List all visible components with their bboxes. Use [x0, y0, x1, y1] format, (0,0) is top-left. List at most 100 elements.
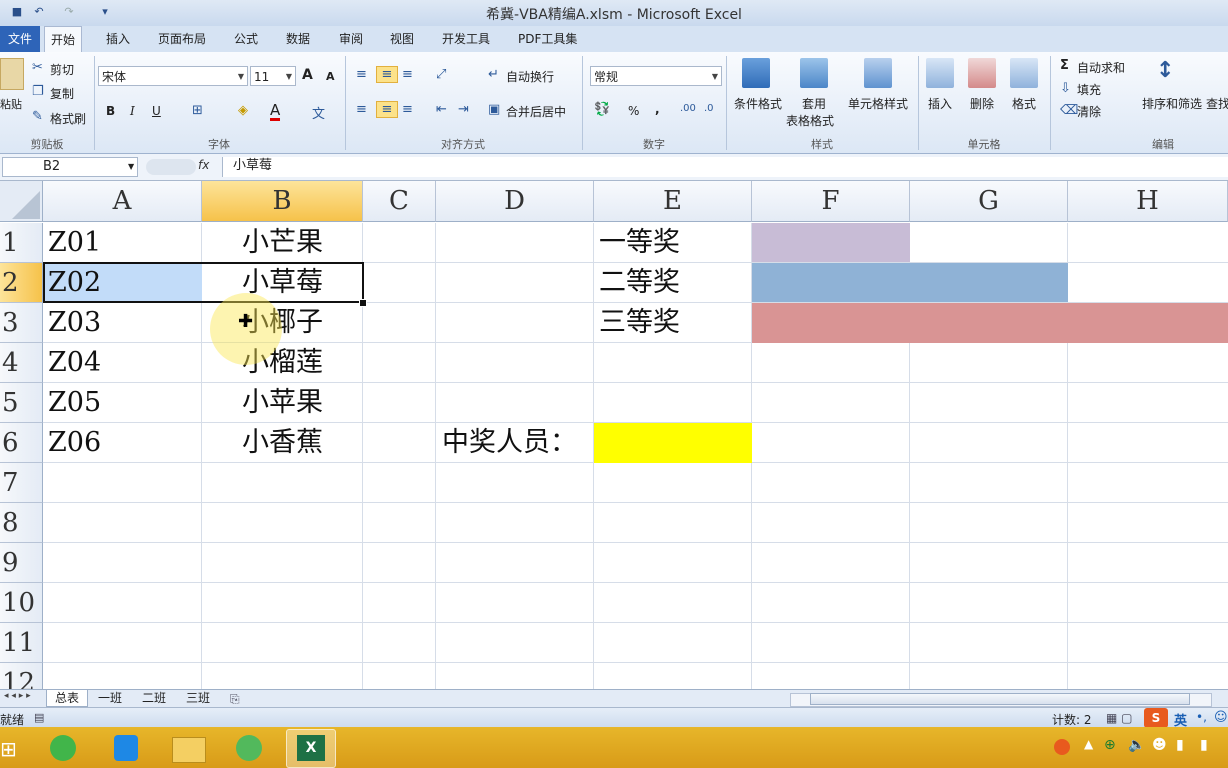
cell-a1[interactable]: Z01 [44, 223, 202, 263]
fill-icon[interactable]: ⇩ [1060, 81, 1071, 96]
cell-styles-icon[interactable] [864, 58, 892, 88]
cell-a6[interactable]: Z06 [44, 423, 202, 463]
cell-b5[interactable]: 小苹果 [202, 383, 363, 423]
orientation-icon[interactable]: ⤢ [436, 67, 446, 82]
border-icon[interactable]: ⊞ [192, 103, 203, 118]
wrap-text-button[interactable]: 自动换行 [506, 68, 554, 85]
tab-pdf-tools[interactable]: PDF工具集 [512, 26, 583, 52]
row-header[interactable]: 2 [0, 263, 43, 303]
italic-button[interactable]: I [130, 104, 135, 118]
formula-input[interactable]: 小草莓 [222, 157, 1228, 177]
bold-button[interactable]: B [106, 104, 115, 118]
sheet-tab-class-3[interactable]: 三班 [178, 690, 218, 707]
worksheet-grid[interactable]: A B C D E F G H 1 2 3 4 5 6 7 8 9 10 11 … [0, 181, 1228, 689]
name-box-dropdown-icon[interactable]: ▼ [128, 162, 134, 171]
file-explorer-icon[interactable] [164, 729, 212, 766]
fill-handle[interactable] [359, 299, 367, 307]
cell-b1[interactable]: 小芒果 [202, 223, 363, 263]
sheet-tab-total[interactable]: 总表 [46, 690, 89, 707]
sheet-nav-icon[interactable]: ◂ ◂ ▸ ▸ [4, 691, 31, 701]
percent-button[interactable]: % [628, 104, 639, 118]
insert-cells-button[interactable]: 插入 [928, 95, 952, 112]
align-middle-icon[interactable]: ≡ [376, 66, 398, 83]
tab-formulas[interactable]: 公式 [228, 26, 264, 52]
tray-volume-icon[interactable]: 🔈 [1128, 737, 1145, 753]
format-cells-icon[interactable] [1010, 58, 1038, 88]
font-name-select[interactable]: 宋体 ▼ [98, 66, 248, 86]
tab-view[interactable]: 视图 [384, 26, 420, 52]
music-app-icon[interactable] [40, 729, 88, 766]
number-format-select[interactable]: 常规 ▼ [590, 66, 722, 86]
align-top-icon[interactable]: ≡ [356, 67, 367, 82]
shrink-font-button[interactable]: A [326, 70, 335, 83]
sort-filter-button[interactable]: 排序和筛选 [1142, 95, 1202, 112]
underline-button[interactable]: U [152, 104, 161, 118]
decrease-indent-icon[interactable]: ⇤ [436, 102, 447, 117]
format-as-table-icon[interactable] [800, 58, 828, 88]
start-icon[interactable]: ⊞ [0, 737, 17, 761]
row-header[interactable]: 1 [0, 223, 43, 263]
column-header-h[interactable]: H [1068, 181, 1228, 222]
align-right-icon[interactable]: ≡ [402, 102, 413, 117]
wrap-text-icon[interactable]: ↵ [488, 67, 499, 82]
cell-a5[interactable]: Z05 [44, 383, 202, 423]
cell-a4[interactable]: Z04 [44, 343, 202, 383]
winner-cell-fill[interactable] [594, 423, 752, 463]
tab-data[interactable]: 数据 [280, 26, 316, 52]
browser-app-icon[interactable] [226, 729, 274, 766]
paste-label[interactable]: 粘贴 [0, 96, 22, 112]
font-size-select[interactable]: 11 ▼ [250, 66, 296, 86]
currency-icon[interactable]: 💱 [594, 102, 610, 117]
autosum-button[interactable]: 自动求和 [1077, 59, 1125, 76]
format-painter-button[interactable]: 格式刷 [50, 110, 86, 127]
sort-filter-icon[interactable]: ↕ [1156, 58, 1174, 83]
cell-a3[interactable]: Z03 [44, 303, 202, 343]
cut-button[interactable]: 剪切 [50, 61, 74, 78]
column-header-f[interactable]: F [752, 181, 910, 222]
find-select-button[interactable]: 查找 [1206, 95, 1228, 112]
column-header-e[interactable]: E [594, 181, 752, 222]
comma-button[interactable]: , [655, 102, 660, 116]
format-painter-icon[interactable]: ✎ [32, 109, 43, 124]
format-as-table-button[interactable]: 表格格式 [786, 112, 834, 129]
sheet-tab-class-2[interactable]: 二班 [134, 690, 174, 707]
ime-punctuation-icon[interactable]: •, [1196, 710, 1207, 724]
cell-b6[interactable]: 小香蕉 [202, 423, 363, 463]
clear-icon[interactable]: ⌫ [1060, 103, 1078, 118]
align-center-icon[interactable]: ≡ [376, 101, 398, 118]
messenger-app-icon[interactable] [102, 729, 150, 766]
sheet-tab-class-1[interactable]: 一班 [90, 690, 130, 707]
cell-e3[interactable]: 三等奖 [594, 303, 752, 343]
tab-home[interactable]: 开始 [44, 26, 83, 54]
cut-icon[interactable]: ✂ [32, 60, 43, 75]
copy-icon[interactable]: ❐ [32, 84, 44, 99]
tab-review[interactable]: 审阅 [333, 26, 369, 52]
merge-center-button[interactable]: 合并后居中 [506, 103, 566, 120]
conditional-format-icon[interactable] [742, 58, 770, 88]
format-cells-button[interactable]: 格式 [1012, 95, 1036, 112]
delete-cells-button[interactable]: 删除 [970, 95, 994, 112]
sogou-ime-icon[interactable]: S [1144, 708, 1168, 728]
row-header[interactable]: 7 [0, 463, 43, 503]
row-header[interactable]: 8 [0, 503, 43, 543]
format-as-table-label-1[interactable]: 套用 [802, 95, 826, 112]
increase-decimal-icon[interactable]: .00 [680, 103, 696, 114]
autosum-icon[interactable]: Σ [1060, 58, 1069, 73]
align-left-icon[interactable]: ≡ [356, 102, 367, 117]
row-header[interactable]: 11 [0, 623, 43, 663]
tab-file[interactable]: 文件 [0, 26, 40, 52]
tab-page-layout[interactable]: 页面布局 [152, 26, 212, 52]
tray-wifi-icon[interactable]: ▮ [1200, 737, 1208, 753]
cell-d6[interactable]: 中奖人员： [436, 423, 594, 463]
merge-center-icon[interactable]: ▣ [488, 102, 500, 117]
column-header-a[interactable]: A [43, 181, 202, 222]
clear-button[interactable]: 清除 [1077, 103, 1101, 120]
fill-button[interactable]: 填充 [1077, 81, 1101, 98]
grow-font-button[interactable]: A [302, 67, 313, 83]
normal-view-icon[interactable]: ▦ ▢ [1106, 711, 1133, 725]
insert-cells-icon[interactable] [926, 58, 954, 88]
row-header[interactable]: 6 [0, 423, 43, 463]
select-all-corner[interactable] [0, 181, 43, 222]
excel-app-icon[interactable]: X [286, 729, 336, 768]
column-header-d[interactable]: D [436, 181, 594, 222]
